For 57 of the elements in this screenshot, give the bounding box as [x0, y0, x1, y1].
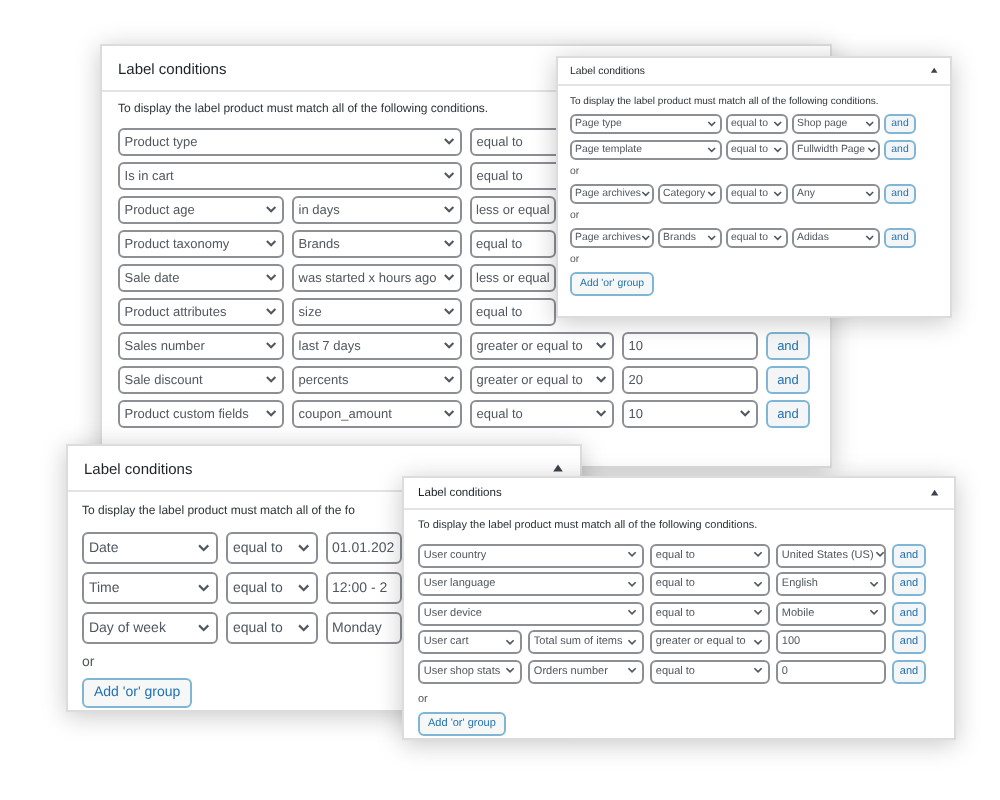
chevron-icon	[441, 372, 456, 388]
chevron-icon	[752, 635, 765, 649]
chevron-icon	[863, 232, 875, 244]
chevron-icon	[626, 635, 639, 649]
chevron-icon	[626, 606, 639, 620]
chevron-icon	[504, 664, 517, 678]
chevron-icon	[868, 577, 881, 591]
chevron-icon	[626, 577, 639, 591]
chevron-icon	[441, 168, 456, 184]
chevron-icon	[263, 270, 278, 286]
chevron-icon	[441, 406, 456, 422]
chevron-icon	[705, 232, 717, 244]
chevron-icon	[263, 338, 278, 354]
chevron-icon	[868, 606, 881, 620]
chevron-icon	[873, 548, 886, 562]
chevron-icon	[195, 540, 212, 556]
chevron-icon	[865, 144, 877, 156]
chevron-icon	[705, 144, 717, 156]
chevron-icon	[263, 304, 278, 320]
chevron-icon	[263, 236, 278, 252]
chevron-icon	[705, 118, 717, 130]
chevron-icon	[295, 540, 312, 556]
chevron-icon	[640, 232, 653, 244]
chevron-icon	[626, 548, 639, 562]
chevron-icon	[863, 118, 875, 130]
collapse-icon[interactable]	[930, 488, 940, 498]
chevron-icon	[640, 188, 653, 200]
chevron-icon	[771, 188, 783, 200]
chevron-icon	[626, 664, 639, 678]
chevron-icon	[771, 144, 783, 156]
chevron-icon	[441, 338, 456, 354]
chevron-icon	[737, 406, 752, 422]
chevron-icon	[441, 236, 456, 252]
chevron-icon	[593, 406, 608, 422]
chevron-icon	[295, 580, 312, 596]
chevron-icon	[705, 188, 717, 200]
chevron-icon	[752, 548, 765, 562]
chevron-icon	[863, 188, 875, 200]
chevron-icon	[752, 577, 765, 591]
chevron-icon	[593, 372, 608, 388]
chevron-icon	[195, 580, 212, 596]
chevron-icon	[771, 118, 783, 130]
chevron-icon	[441, 304, 456, 320]
chevron-icon	[263, 202, 278, 218]
chevron-icon	[752, 606, 765, 620]
chevron-icon	[441, 270, 456, 286]
chevron-icon	[195, 620, 212, 636]
chevron-icon	[752, 664, 765, 678]
chevron-icon	[263, 372, 278, 388]
chevron-icon	[771, 232, 783, 244]
chevron-icon	[504, 635, 517, 649]
chevron-icon	[441, 202, 456, 218]
chevron-icon	[263, 406, 278, 422]
chevron-icon	[295, 620, 312, 636]
collapse-icon[interactable]	[929, 66, 938, 76]
chevron-icon	[441, 134, 456, 150]
chevron-icon	[593, 338, 608, 354]
